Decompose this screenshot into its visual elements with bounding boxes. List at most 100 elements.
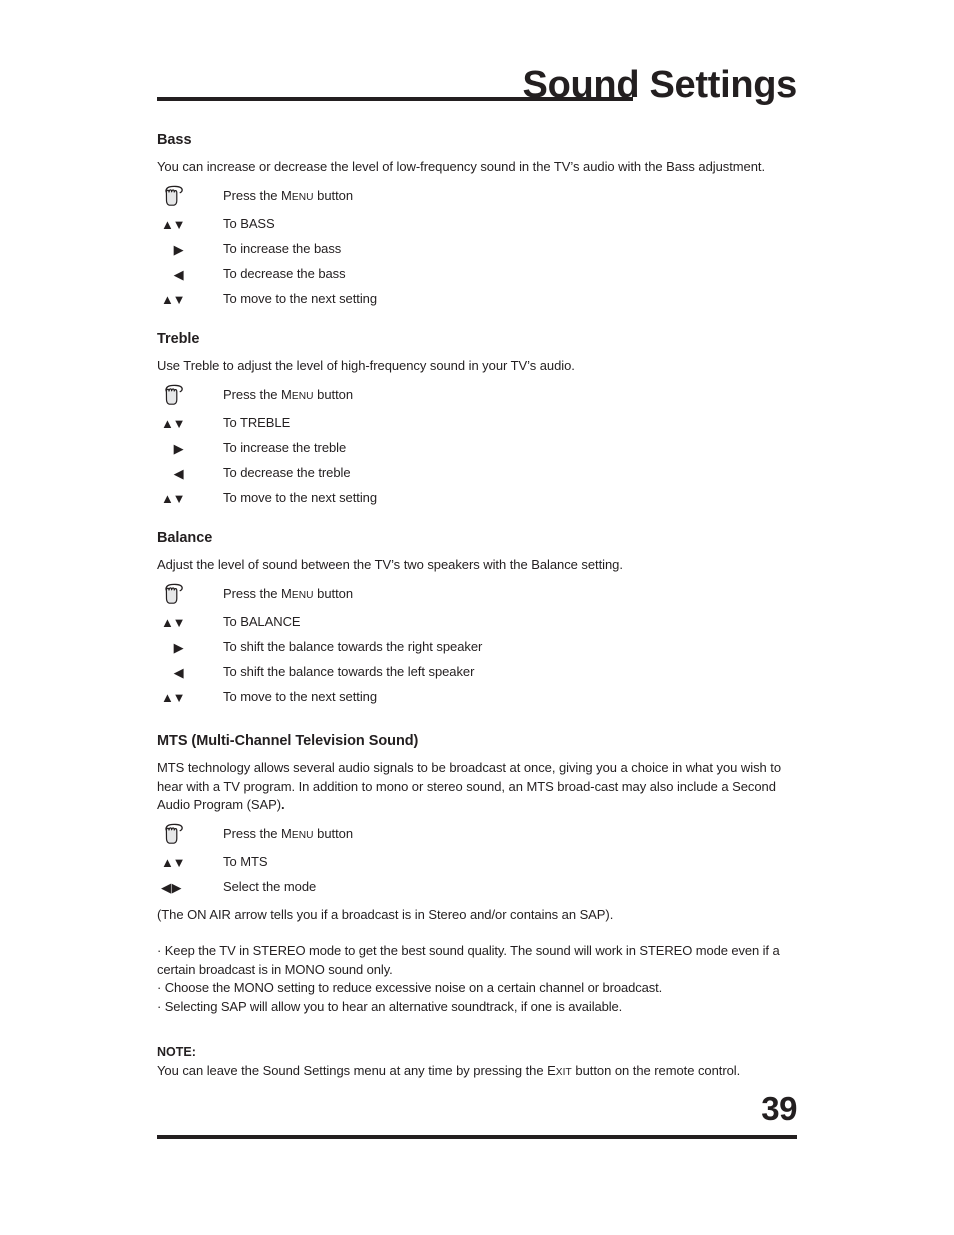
hand-press-icon — [157, 184, 223, 210]
step-row: ▲▼ To move to the next setting — [157, 685, 797, 710]
left-arrow-icon: ◀ — [157, 467, 223, 480]
arrow-glyphs: ▲▼ — [161, 690, 186, 706]
note-text-prefix: You can leave the Sound Settings menu at… — [157, 1063, 548, 1079]
right-arrow-icon: ▶ — [157, 641, 223, 654]
step-label: To move to the next setting — [223, 689, 378, 705]
section-body-mts-period: . — [281, 796, 285, 812]
note-title: NOTE: — [157, 1045, 196, 1060]
step-label: Press the MENU button — [223, 826, 353, 843]
arrow-glyphs: ▲▼ — [161, 292, 186, 308]
arrow-glyphs: ▲▼ — [161, 855, 186, 871]
page-header: Sound Settings — [157, 66, 797, 128]
right-arrow-icon: ▶ — [157, 442, 223, 455]
section-body-mts: MTS technology allows several audio sign… — [157, 759, 797, 814]
up-down-arrows-icon: ▲▼ — [157, 856, 223, 869]
mts-paren-note: (The ON AIR arrow tells you if a broadca… — [157, 907, 614, 923]
arrow-glyphs: ◀ — [173, 466, 184, 482]
steps-balance: Press the MENU button ▲▼ To BALANCE ▶ To… — [157, 579, 797, 710]
step-row: ▲▼ To move to the next setting — [157, 486, 797, 511]
arrow-glyphs: ▶ — [173, 242, 184, 258]
hand-press-icon — [157, 822, 223, 848]
up-down-arrows-icon: ▲▼ — [157, 293, 223, 306]
step-label-suffix: button — [313, 826, 354, 842]
step-label: Press the MENU button — [223, 387, 353, 404]
step-row: ▶ To increase the bass — [157, 237, 797, 262]
arrow-glyphs: ▶ — [173, 640, 184, 656]
step-label: To increase the bass — [223, 241, 342, 257]
step-row: ▲▼ To TREBLE — [157, 411, 797, 436]
step-label-suffix: button — [313, 188, 354, 204]
step-label: To decrease the treble — [223, 465, 351, 481]
step-row: Press the MENU button — [157, 579, 797, 610]
step-row: Press the MENU button — [157, 181, 797, 212]
step-row: ▲▼ To BALANCE — [157, 610, 797, 635]
step-label: Select the mode — [223, 879, 317, 895]
menu-smallcaps: MENU — [281, 826, 314, 842]
note-text: You can leave the Sound Settings menu at… — [157, 1062, 797, 1080]
note-block: NOTE: You can leave the Sound Settings m… — [157, 1045, 797, 1080]
section-mts: MTS (Multi-Channel Television Sound) MTS… — [157, 733, 797, 922]
step-label: To BALANCE — [223, 614, 301, 630]
arrow-glyphs: ◀ — [173, 665, 184, 681]
section-body-balance: Adjust the level of sound between the TV… — [157, 556, 623, 572]
left-right-arrows-icon: ◀▶ — [157, 881, 223, 894]
menu-smallcaps: MENU — [281, 188, 314, 204]
section-treble: Treble Use Treble to adjust the level of… — [157, 331, 797, 511]
arrow-glyphs: ◀▶ — [161, 880, 182, 896]
step-label: To shift the balance towards the left sp… — [223, 664, 475, 680]
manual-page: Sound Settings Bass You can increase or … — [0, 0, 954, 1235]
step-label-prefix: Press the — [223, 188, 282, 204]
arrow-glyphs: ▶ — [173, 441, 184, 457]
mts-tips-list: · Keep the TV in STEREO mode to get the … — [157, 942, 797, 1016]
step-row: Press the MENU button — [157, 380, 797, 411]
right-arrow-icon: ▶ — [157, 243, 223, 256]
step-row: ◀ To decrease the treble — [157, 461, 797, 486]
hand-press-icon — [157, 582, 223, 608]
step-label: To shift the balance towards the right s… — [223, 639, 483, 655]
exit-smallcaps: EXIT — [547, 1063, 572, 1079]
step-row: ◀▶ Select the mode — [157, 875, 797, 900]
section-heading-treble: Treble — [157, 331, 200, 348]
arrow-glyphs: ▲▼ — [161, 491, 186, 507]
section-body-bass: You can increase or decrease the level o… — [157, 158, 766, 174]
steps-treble: Press the MENU button ▲▼ To TREBLE ▶ To … — [157, 380, 797, 511]
step-label: To move to the next setting — [223, 291, 378, 307]
list-item: · Selecting SAP will allow you to hear a… — [157, 998, 623, 1014]
menu-smallcaps: MENU — [281, 586, 314, 602]
footer-rule — [157, 1135, 797, 1139]
step-row: Press the MENU button — [157, 819, 797, 850]
step-row: ▲▼ To BASS — [157, 212, 797, 237]
left-arrow-icon: ◀ — [157, 666, 223, 679]
step-label: To BASS — [223, 216, 275, 232]
page-title: Sound Settings — [522, 64, 798, 106]
section-heading-balance: Balance — [157, 530, 213, 547]
step-label-suffix: button — [313, 586, 354, 602]
steps-mts: Press the MENU button ▲▼ To MTS ◀▶ Selec… — [157, 819, 797, 900]
up-down-arrows-icon: ▲▼ — [157, 691, 223, 704]
step-label-prefix: Press the — [223, 387, 282, 403]
section-heading-bass: Bass — [157, 132, 192, 148]
up-down-arrows-icon: ▲▼ — [157, 218, 223, 231]
arrow-glyphs: ◀ — [173, 267, 184, 283]
step-label: To TREBLE — [223, 415, 291, 431]
list-item: · Keep the TV in STEREO mode to get the … — [157, 943, 780, 977]
step-label: To MTS — [223, 854, 268, 870]
step-label: Press the MENU button — [223, 586, 353, 603]
section-body-mts-text: MTS technology allows several audio sign… — [157, 760, 782, 812]
step-label: To increase the treble — [223, 440, 347, 456]
step-label: Press the MENU button — [223, 188, 353, 205]
section-heading-mts: MTS (Multi-Channel Television Sound) — [157, 733, 419, 750]
list-item: · Choose the MONO setting to reduce exce… — [157, 980, 663, 996]
left-arrow-icon: ◀ — [157, 268, 223, 281]
section-balance: Balance Adjust the level of sound betwee… — [157, 530, 797, 710]
arrow-glyphs: ▲▼ — [161, 615, 186, 631]
up-down-arrows-icon: ▲▼ — [157, 417, 223, 430]
step-label: To move to the next setting — [223, 490, 378, 506]
page-content: Bass You can increase or decrease the le… — [157, 132, 797, 1081]
step-row: ▲▼ To move to the next setting — [157, 287, 797, 312]
step-label: To decrease the bass — [223, 266, 346, 282]
section-bass: Bass You can increase or decrease the le… — [157, 132, 797, 312]
